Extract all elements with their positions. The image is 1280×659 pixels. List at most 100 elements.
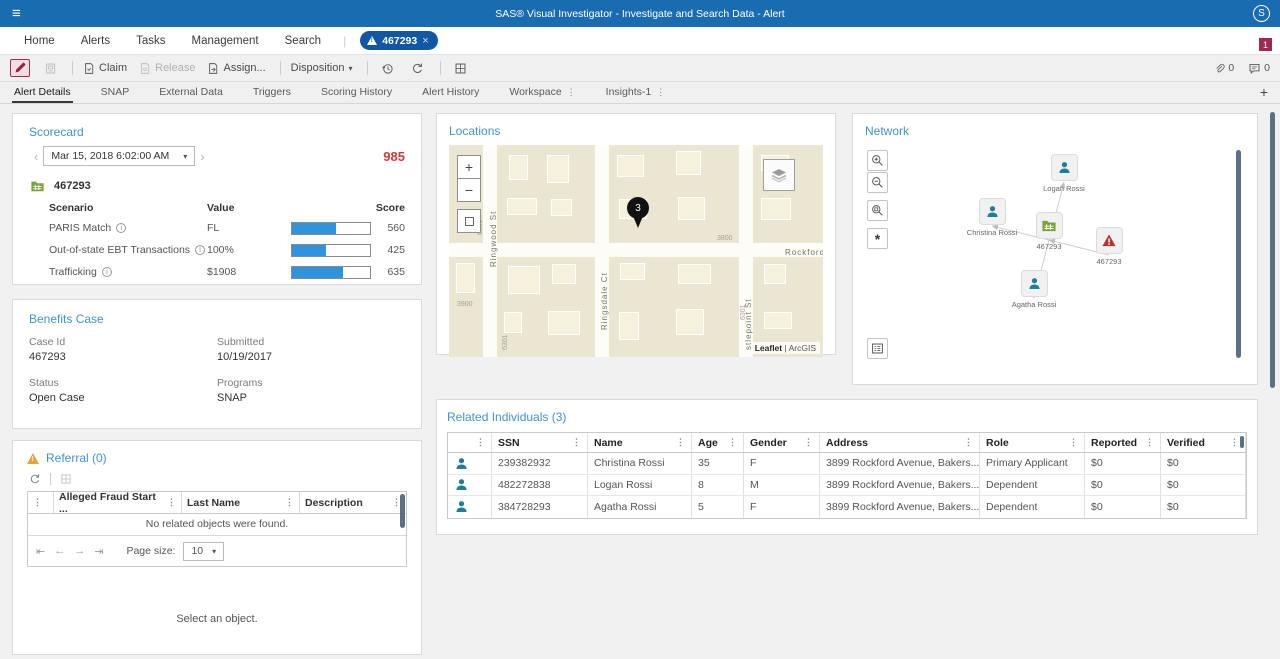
- locations-map[interactable]: Ringwood StRingsdale Ctstlepoint StRockf…: [449, 145, 823, 357]
- refresh-button[interactable]: [408, 59, 428, 77]
- column-menu-icon[interactable]: ⋮: [1230, 437, 1239, 448]
- column-menu-icon[interactable]: ⋮: [1145, 437, 1154, 448]
- attachments-button[interactable]: 0: [1214, 62, 1234, 75]
- info-icon[interactable]: i: [102, 267, 112, 277]
- map-zoom-in-button[interactable]: +: [457, 155, 481, 179]
- tab-scoring-history[interactable]: Scoring History: [319, 83, 394, 103]
- page-size-dropdown[interactable]: 10 ▾: [183, 542, 224, 561]
- column-menu-icon[interactable]: ⋮: [964, 437, 973, 448]
- tab-external-data[interactable]: External Data: [157, 83, 225, 103]
- referral-column-2[interactable]: Last Name⋮: [182, 492, 300, 513]
- map-layers-button[interactable]: [763, 159, 795, 191]
- map-region-select-button[interactable]: [457, 209, 481, 233]
- history-button[interactable]: [378, 59, 398, 77]
- referral-column-3[interactable]: Description⋮: [300, 492, 406, 513]
- network-node-alert[interactable]: 467293: [1070, 227, 1148, 266]
- user-avatar[interactable]: S: [1253, 5, 1270, 22]
- arcgis-credit[interactable]: ArcGIS: [789, 343, 816, 353]
- column-menu-icon[interactable]: ⋮: [572, 437, 581, 448]
- next-date-button[interactable]: ›: [195, 149, 209, 164]
- column-label: Reported: [1091, 437, 1137, 449]
- window-layout-button[interactable]: [451, 59, 471, 77]
- info-icon[interactable]: i: [116, 223, 126, 233]
- kebab-menu-icon[interactable]: ⋮: [656, 87, 665, 98]
- related-individual-row[interactable]: 482272838Logan Rossi8M3899 Rockford Aven…: [448, 475, 1246, 497]
- info-icon[interactable]: i: [195, 245, 205, 255]
- network-scrollbar[interactable]: [1236, 150, 1241, 358]
- related-column-address[interactable]: Address⋮: [820, 433, 980, 452]
- row-options-column[interactable]: ⋮: [28, 492, 54, 513]
- network-canvas[interactable]: Logan RossiChristina Rossi467293467293Ag…: [853, 114, 1257, 384]
- column-menu-icon[interactable]: ⋮: [676, 437, 685, 448]
- column-menu-icon[interactable]: ⋮: [476, 437, 485, 448]
- related-cell: $0: [1085, 496, 1161, 518]
- tab-insights-1[interactable]: Insights-1⋮: [604, 83, 668, 103]
- tab-alert-details[interactable]: Alert Details: [12, 83, 73, 103]
- tab-workspace[interactable]: Workspace⋮: [507, 83, 577, 103]
- first-page-button[interactable]: ⇤: [36, 545, 45, 558]
- node-icon-box[interactable]: [1021, 270, 1048, 297]
- nav-item-alerts[interactable]: Alerts: [81, 35, 110, 47]
- edit-mode-button[interactable]: [10, 59, 30, 77]
- case-folder-icon: [1041, 218, 1057, 233]
- last-page-button[interactable]: ⇥: [94, 545, 103, 558]
- related-column-ssn[interactable]: SSN⋮: [492, 433, 588, 452]
- related-column-age[interactable]: Age⋮: [692, 433, 744, 452]
- next-page-button[interactable]: →: [74, 545, 85, 557]
- referral-column-1[interactable]: Alleged Fraud Start ...⋮: [54, 492, 182, 513]
- referral-table-scrollbar[interactable]: [400, 494, 405, 528]
- network-legend-button[interactable]: [867, 338, 888, 359]
- add-tab-button[interactable]: +: [1260, 84, 1268, 103]
- benefits-case-panel: Benefits Case Case Id467293Submitted10/1…: [12, 299, 422, 429]
- nav-item-tasks[interactable]: Tasks: [136, 35, 165, 47]
- network-node-logan[interactable]: Logan Rossi: [1025, 154, 1103, 193]
- network-zoom-out-button[interactable]: [867, 172, 888, 193]
- tab-snap[interactable]: SNAP: [99, 83, 132, 103]
- alert-pill-close-icon[interactable]: ×: [422, 35, 428, 47]
- column-menu-icon[interactable]: ⋮: [728, 437, 737, 448]
- column-menu-icon[interactable]: ⋮: [167, 497, 176, 508]
- related-column-role[interactable]: Role⋮: [980, 433, 1085, 452]
- node-icon-box[interactable]: [1051, 154, 1078, 181]
- node-icon-box[interactable]: [1096, 227, 1123, 254]
- nav-item-management[interactable]: Management: [192, 35, 259, 47]
- tab-alert-history[interactable]: Alert History: [420, 83, 481, 103]
- score-date-dropdown[interactable]: Mar 15, 2018 6:02:00 AM ▾: [43, 146, 195, 166]
- column-menu-icon[interactable]: ⋮: [804, 437, 813, 448]
- map-zoom-out-button[interactable]: −: [457, 178, 481, 202]
- prev-date-button[interactable]: ‹: [29, 149, 43, 164]
- leaflet-credit[interactable]: Leaflet: [755, 343, 782, 353]
- nav-item-search[interactable]: Search: [285, 35, 321, 47]
- node-icon-box[interactable]: [979, 198, 1006, 225]
- claim-button[interactable]: Claim: [83, 62, 127, 75]
- refresh-icon[interactable]: [29, 473, 41, 485]
- page-scrollbar[interactable]: [1270, 112, 1275, 388]
- node-icon-box[interactable]: [1036, 212, 1063, 239]
- column-menu-icon[interactable]: ⋮: [285, 497, 294, 508]
- related-individual-row[interactable]: 239382932Christina Rossi35F3899 Rockford…: [448, 453, 1246, 475]
- person-icon-cell: [448, 496, 492, 518]
- related-column-reported[interactable]: Reported ⋮: [1085, 433, 1161, 452]
- notification-badge[interactable]: 1: [1259, 38, 1272, 51]
- disposition-dropdown[interactable]: Disposition ▾: [291, 62, 353, 74]
- related-table-scrollbar[interactable]: [1240, 436, 1244, 448]
- prev-page-button[interactable]: ←: [54, 545, 65, 557]
- related-column-verified[interactable]: Verified⋮: [1161, 433, 1246, 452]
- network-layout-button[interactable]: *: [867, 228, 888, 249]
- column-menu-icon[interactable]: ⋮: [1069, 437, 1078, 448]
- kebab-menu-icon[interactable]: ⋮: [567, 87, 576, 98]
- comments-button[interactable]: 0: [1248, 62, 1270, 75]
- related-column-name[interactable]: Name⋮: [588, 433, 692, 452]
- related-column-gender[interactable]: Gender⋮: [744, 433, 820, 452]
- map-marker-cluster[interactable]: 3: [627, 197, 649, 219]
- related-individual-row[interactable]: 384728293Agatha Rossi5F3899 Rockford Ave…: [448, 496, 1246, 518]
- tab-triggers[interactable]: Triggers: [251, 83, 293, 103]
- assign-button[interactable]: Assign...: [207, 62, 265, 75]
- open-alert-pill[interactable]: ! 467293 ×: [360, 31, 437, 50]
- select-object-hint: Select an object.: [27, 613, 407, 625]
- row-icon-column[interactable]: ⋮: [448, 433, 492, 452]
- network-node-agatha[interactable]: Agatha Rossi: [995, 270, 1073, 309]
- network-zoom-fit-button[interactable]: [867, 200, 888, 221]
- network-zoom-in-button[interactable]: [867, 150, 888, 171]
- nav-item-home[interactable]: Home: [24, 35, 55, 47]
